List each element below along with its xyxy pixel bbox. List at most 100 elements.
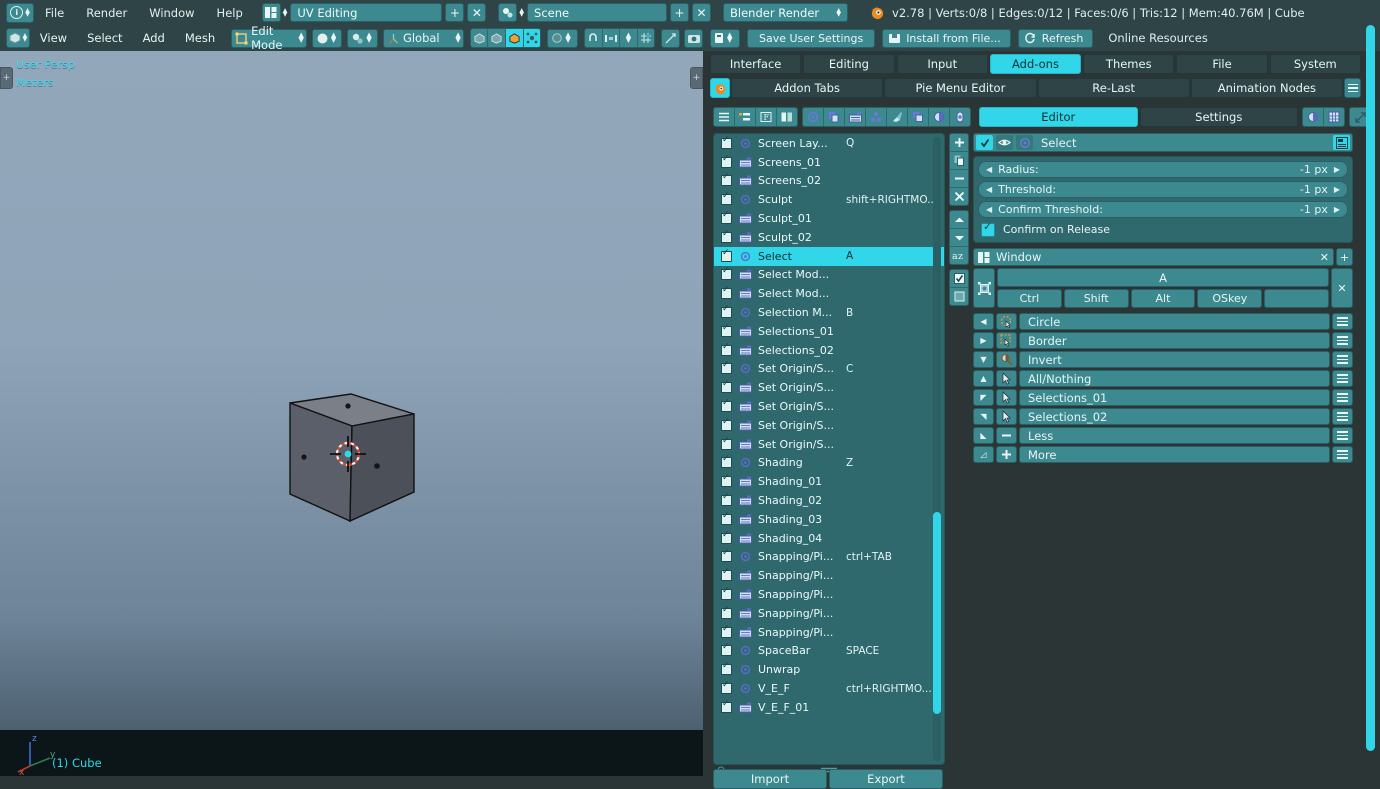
list-item[interactable]: Sculpt_01 <box>714 209 944 228</box>
particles-tool-icon[interactable] <box>866 108 887 126</box>
transform-orientation-select[interactable]: Global ▲ ▼ <box>382 28 464 48</box>
list-item-checkbox[interactable] <box>721 229 732 243</box>
modifier-oskey[interactable]: OSkey <box>1197 289 1263 308</box>
pie-slot-direction-button[interactable]: ▼ <box>973 351 994 368</box>
pie-slot-icon-button[interactable] <box>996 427 1017 444</box>
list-item[interactable]: Shading Z <box>714 454 944 473</box>
pie-slot-row[interactable]: ◤ Selections_01 <box>973 389 1353 406</box>
layers-tool-icon[interactable] <box>908 108 929 126</box>
menu-window[interactable]: Window <box>138 6 205 20</box>
grid-tool-icon[interactable] <box>1324 108 1344 126</box>
hotkey-field[interactable]: A <box>997 268 1329 287</box>
manipulator-button[interactable] <box>661 28 681 48</box>
list-item[interactable]: Set Origin/S... <box>714 435 944 454</box>
occlude-geometry-button[interactable] <box>523 29 541 47</box>
theme-tool-icon[interactable] <box>1303 108 1324 126</box>
list-item-checkbox[interactable] <box>721 191 732 206</box>
list-item-checkbox[interactable] <box>721 699 732 713</box>
confirm-threshold-slider[interactable]: ◀ Confirm Threshold: -1 px ▶ <box>978 201 1348 218</box>
add-keymap-button[interactable]: + <box>1336 248 1353 266</box>
tab-themes[interactable]: Themes <box>1083 54 1175 74</box>
list-item-checkbox[interactable] <box>721 548 732 563</box>
scene-chevron-icon[interactable]: ▲ ▼ <box>519 7 524 17</box>
list-item-checkbox[interactable] <box>721 511 732 525</box>
sort-alpha-button[interactable]: az <box>950 247 968 264</box>
pie-slot-menu-button[interactable] <box>1332 408 1353 425</box>
pie-slot-direction-button[interactable]: ◤ <box>973 389 994 406</box>
pie-slot-icon-button[interactable] <box>996 351 1017 368</box>
pie-slot-row[interactable]: ◀ Circle <box>973 313 1353 330</box>
list-item-checkbox[interactable] <box>721 135 732 149</box>
list-scrollbar-thumb[interactable] <box>933 512 941 714</box>
window-close-icon[interactable]: ✕ <box>1320 251 1329 264</box>
contrast-tool-icon[interactable] <box>929 108 950 126</box>
list-item-checkbox[interactable] <box>721 379 732 394</box>
extra-tool-icon[interactable] <box>950 108 970 126</box>
toggle-all-square-button[interactable] <box>950 288 968 305</box>
move-up-button[interactable] <box>950 211 968 229</box>
list-view-icon[interactable] <box>714 108 735 126</box>
list-item[interactable]: Shading_04 <box>714 529 944 548</box>
add-scene-button[interactable]: + <box>670 3 690 22</box>
list-item[interactable]: Screen Lay... Q <box>714 134 944 153</box>
export-button[interactable]: Export <box>829 769 943 789</box>
list-item[interactable]: Unwrap <box>714 660 944 679</box>
pie-slot-direction-button[interactable]: ◥ <box>973 408 994 425</box>
pie-slot-row[interactable]: ◣ Less <box>973 427 1353 444</box>
menu-help[interactable]: Help <box>206 6 254 20</box>
tab-addons[interactable]: Add-ons <box>989 54 1082 74</box>
edge-select-mode-button[interactable] <box>488 29 507 47</box>
list-item-checkbox[interactable] <box>721 210 732 225</box>
pie-slot-label[interactable]: All/Nothing <box>1019 370 1330 387</box>
list-item-checkbox[interactable] <box>721 473 732 488</box>
radius-slider[interactable]: ◀ Radius: -1 px ▶ <box>978 161 1348 178</box>
save-user-settings-button[interactable]: Save User Settings <box>747 28 876 48</box>
clear-items-button[interactable] <box>950 188 968 205</box>
list-item[interactable]: Set Origin/S... C <box>714 360 944 379</box>
face-select-mode-button[interactable] <box>506 29 524 47</box>
modifier-alt[interactable]: Alt <box>1130 289 1196 308</box>
copy-item-button[interactable] <box>950 152 968 170</box>
install-from-file-button[interactable]: Install from File... <box>882 28 1011 48</box>
tab-editing[interactable]: Editing <box>803 54 895 74</box>
editor-type-selector[interactable]: i ▲ ▼ <box>6 2 34 23</box>
modifier-shift[interactable]: Shift <box>1063 289 1129 308</box>
list-item[interactable]: Selections_02 <box>714 341 944 360</box>
enable-checkbox[interactable] <box>976 135 993 150</box>
list-item-checkbox[interactable] <box>721 436 732 450</box>
pie-slot-menu-button[interactable] <box>1332 427 1353 444</box>
keymap-type-icon[interactable] <box>973 268 995 308</box>
list-item-checkbox[interactable] <box>721 454 732 469</box>
scene-field[interactable]: Scene <box>527 3 668 22</box>
proportional-edit-select[interactable]: ▲ ▼ <box>547 28 578 48</box>
list-item[interactable]: Selection M... B <box>714 303 944 322</box>
pie-slot-row[interactable]: ▶ Border <box>973 332 1353 349</box>
addon-tab-animation-nodes[interactable]: Animation Nodes <box>1190 78 1343 98</box>
tree-view-icon[interactable] <box>735 108 756 126</box>
pie-menu-list[interactable]: Screen Lay... Q Screens_01 Screens_02 Sculpt… <box>713 133 945 765</box>
list-item[interactable]: Snapping/Pi... <box>714 623 944 642</box>
radio-tool-icon[interactable] <box>803 108 824 126</box>
list-item-checkbox[interactable] <box>721 398 732 413</box>
list-item[interactable]: V_E_F ctrl+RIGHTMO... <box>714 679 944 698</box>
render-engine-select[interactable]: Blender Render ▲ ▼ <box>723 3 849 22</box>
snap-target-button[interactable] <box>603 29 621 47</box>
list-item[interactable]: Set Origin/S... <box>714 378 944 397</box>
list-item[interactable]: Sculpt_02 <box>714 228 944 247</box>
tab-system[interactable]: System <box>1269 54 1361 74</box>
menu-select[interactable]: Select <box>77 31 132 45</box>
list-item-checkbox[interactable] <box>721 624 732 638</box>
delete-layout-button[interactable]: ✕ <box>467 3 487 22</box>
list-item-checkbox[interactable] <box>721 266 732 281</box>
tab-interface[interactable]: Interface <box>710 54 802 74</box>
list-item[interactable]: Sculpt shift+RIGHTMO... <box>714 190 944 209</box>
list-item-checkbox[interactable] <box>721 172 732 187</box>
list-item-checkbox[interactable] <box>721 342 732 356</box>
delete-scene-button[interactable]: ✕ <box>692 3 712 22</box>
list-item-checkbox[interactable] <box>721 661 732 676</box>
layout-chevron-icon[interactable]: ▲ ▼ <box>283 7 288 17</box>
list-item[interactable]: Shading_01 <box>714 472 944 491</box>
detail-options-button[interactable] <box>1333 135 1350 150</box>
add-layout-button[interactable]: + <box>445 3 465 22</box>
brush-tool-icon[interactable] <box>887 108 908 126</box>
